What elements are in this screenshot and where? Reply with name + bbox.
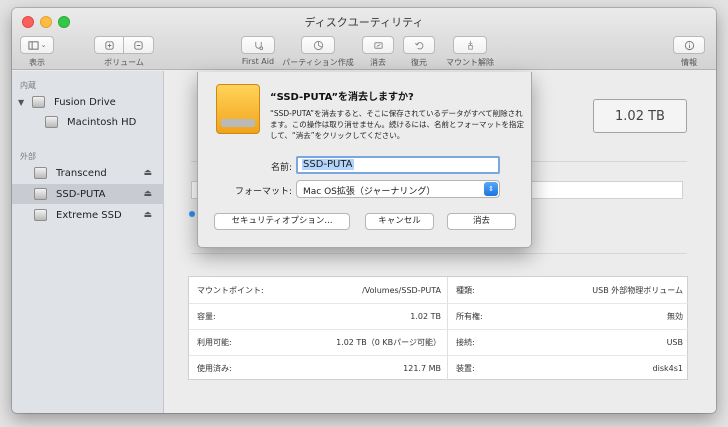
sidebar-icon <box>28 40 39 50</box>
info-button[interactable] <box>673 36 705 54</box>
dialog-title: “SSD-PUTA”を消去しますか? <box>270 92 414 103</box>
external-section-header: 外部 <box>20 152 36 161</box>
info-value: 121.7 MB <box>403 363 441 373</box>
sidebar-item-label: Macintosh HD <box>67 116 137 128</box>
format-selected-value: Mac OS拡張（ジャーナリング） <box>303 187 436 197</box>
format-select[interactable]: Mac OS拡張（ジャーナリング） ⇕ <box>296 180 500 198</box>
chevron-down-icon: ⌄ <box>40 41 47 49</box>
internal-disk-icon <box>32 96 45 108</box>
sidebar-item-fusion-drive[interactable]: ▼ Fusion Drive <box>12 92 164 112</box>
sidebar-item-label: Extreme SSD <box>56 209 122 221</box>
erase-button[interactable] <box>362 36 394 54</box>
info-row-connection: 接続: USB <box>448 329 689 355</box>
info-key: マウントポイント: <box>197 285 264 295</box>
sidebar-item-label: SSD-PUTA <box>56 188 106 200</box>
info-value: 1.02 TB <box>410 311 441 321</box>
info-key: 利用可能: <box>197 337 232 347</box>
sidebar: 内蔵 ▼ Fusion Drive Macintosh HD 外部 Transc… <box>12 71 164 413</box>
info-row-used: 使用済み: 121.7 MB <box>189 355 447 381</box>
add-volume-button[interactable] <box>94 36 124 54</box>
volume-icon <box>45 116 58 128</box>
info-key: 容量: <box>197 311 216 321</box>
info-key: 装置: <box>456 363 475 373</box>
restore-button[interactable] <box>403 36 435 54</box>
info-key: 所有権: <box>456 311 483 321</box>
external-disk-icon <box>34 188 47 200</box>
title-bar: ディスクユーティリティ ⌄ 表示 ボリューム First Aid パーティション… <box>12 8 716 70</box>
sidebar-item-label: Transcend <box>56 167 107 179</box>
info-value: USB 外部物理ボリューム <box>592 285 683 295</box>
name-field[interactable]: SSD-PUTA <box>296 156 500 174</box>
info-row-type: 種類: USB 外部物理ボリューム <box>448 277 689 303</box>
stethoscope-icon <box>254 41 263 50</box>
info-icon <box>684 40 694 50</box>
unmount-icon <box>467 40 473 50</box>
partition-pie-icon <box>313 40 323 50</box>
cancel-button[interactable]: キャンセル <box>365 213 434 230</box>
info-value: /Volumes/SSD-PUTA <box>362 285 441 295</box>
info-label: 情報 <box>681 58 697 67</box>
info-row-available: 利用可能: 1.02 TB（0 KBパージ可能） <box>189 329 447 355</box>
erase-label: 消去 <box>370 58 386 67</box>
partition-label: パーティション作成 <box>282 58 354 67</box>
info-key: 種類: <box>456 285 475 295</box>
info-value: USB <box>666 337 683 347</box>
unmount-label: マウント解除 <box>446 58 494 67</box>
unmount-button[interactable] <box>453 36 487 54</box>
format-label: フォーマット: <box>234 187 292 197</box>
remove-volume-icon <box>134 40 143 50</box>
view-label: 表示 <box>29 58 45 67</box>
popup-arrows-icon: ⇕ <box>484 182 498 196</box>
info-row-device: 装置: disk4s1 <box>448 355 689 381</box>
view-button[interactable]: ⌄ <box>20 36 54 54</box>
info-row-mount-point: マウントポイント: /Volumes/SSD-PUTA <box>189 277 447 303</box>
info-table: マウントポイント: /Volumes/SSD-PUTA 容量: 1.02 TB … <box>188 276 689 381</box>
divider <box>191 253 687 254</box>
eject-icon[interactable]: ⏏ <box>143 168 152 178</box>
info-row-ownership: 所有権: 無効 <box>448 303 689 329</box>
restore-label: 復元 <box>411 58 427 67</box>
external-disk-icon <box>34 209 47 221</box>
erase-dialog: “SSD-PUTA”を消去しますか? “SSD-PUTA”を消去すると、そこに保… <box>197 72 532 248</box>
info-value: 無効 <box>667 311 683 321</box>
volume-label: ボリューム <box>104 58 144 67</box>
remove-volume-button[interactable] <box>124 36 154 54</box>
first-aid-label: First Aid <box>241 57 275 66</box>
first-aid-button[interactable] <box>241 36 275 54</box>
sidebar-item-macintosh-hd[interactable]: Macintosh HD <box>12 112 164 132</box>
partition-button[interactable] <box>301 36 335 54</box>
disclosure-triangle-icon[interactable]: ▼ <box>18 98 24 107</box>
restore-arrow-icon <box>414 41 423 49</box>
external-disk-icon <box>34 167 47 179</box>
external-drive-icon <box>216 84 260 134</box>
used-legend-dot <box>189 211 195 217</box>
erase-disk-icon <box>373 41 383 49</box>
sidebar-item-extreme-ssd[interactable]: Extreme SSD ⏏ <box>12 205 164 225</box>
name-label: 名前: <box>270 163 292 173</box>
info-value: 1.02 TB（0 KBパージ可能） <box>336 337 441 347</box>
info-key: 接続: <box>456 337 475 347</box>
internal-section-header: 内蔵 <box>20 81 36 90</box>
info-row-capacity: 容量: 1.02 TB <box>189 303 447 329</box>
name-field-value: SSD-PUTA <box>302 159 354 170</box>
sidebar-item-transcend[interactable]: Transcend ⏏ <box>12 163 164 183</box>
sidebar-item-label: Fusion Drive <box>54 96 116 108</box>
eject-icon[interactable]: ⏏ <box>143 189 152 199</box>
eject-icon[interactable]: ⏏ <box>143 210 152 220</box>
erase-confirm-button[interactable]: 消去 <box>447 213 516 230</box>
security-options-button[interactable]: セキュリティオプション... <box>214 213 350 230</box>
info-key: 使用済み: <box>197 363 232 373</box>
window-title: ディスクユーティリティ <box>304 16 424 29</box>
add-volume-icon <box>104 40 114 50</box>
dialog-message: “SSD-PUTA”を消去すると、そこに保存されているデータがすべて削除されます… <box>270 109 525 140</box>
info-value: disk4s1 <box>652 363 683 373</box>
sidebar-item-ssd-puta[interactable]: SSD-PUTA ⏏ <box>12 184 164 204</box>
capacity-display: 1.02 TB <box>593 99 687 133</box>
